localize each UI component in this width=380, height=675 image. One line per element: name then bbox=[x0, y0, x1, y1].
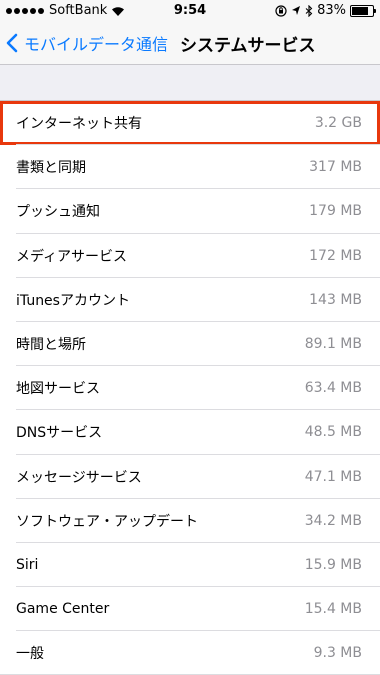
bluetooth-icon bbox=[305, 4, 313, 17]
list-item[interactable]: プッシュ通知 179 MB bbox=[0, 189, 380, 234]
list-item[interactable]: 地図サービス 63.4 MB bbox=[0, 366, 380, 411]
service-usage: 89.1 MB bbox=[304, 336, 362, 353]
service-name: メッセージサービス bbox=[16, 469, 142, 486]
service-name: Game Center bbox=[16, 601, 110, 618]
battery-fill bbox=[352, 6, 368, 15]
orientation-lock-icon bbox=[275, 4, 287, 17]
service-name: インターネット共有 bbox=[16, 116, 142, 133]
list-item[interactable]: 一般 9.3 MB bbox=[0, 631, 380, 675]
status-right: 83% bbox=[275, 3, 376, 18]
list-item[interactable]: DNSサービス 48.5 MB bbox=[0, 410, 380, 455]
list-item[interactable]: ソフトウェア・アップデート 34.2 MB bbox=[0, 499, 380, 544]
service-name: メディアサービス bbox=[16, 248, 128, 265]
status-bar: SoftBank 9:54 83% bbox=[0, 0, 380, 22]
service-name: Siri bbox=[16, 556, 39, 573]
service-name: iTunesアカウント bbox=[16, 292, 130, 309]
battery-percent: 83% bbox=[317, 3, 346, 18]
list-item[interactable]: iTunesアカウント 143 MB bbox=[0, 278, 380, 323]
service-usage: 143 MB bbox=[309, 291, 362, 308]
navigation-bar: モバイルデータ通信 システムサービス bbox=[0, 22, 380, 65]
list-item[interactable]: Siri 15.9 MB bbox=[0, 543, 380, 588]
location-icon bbox=[292, 5, 301, 15]
service-name: ソフトウェア・アップデート bbox=[16, 513, 198, 530]
list-item[interactable]: 時間と場所 89.1 MB bbox=[0, 322, 380, 367]
service-usage: 9.3 MB bbox=[313, 645, 362, 662]
system-services-list: インターネット共有 3.2 GB 書類と同期 317 MB プッシュ通知 179 MB メデ… bbox=[0, 100, 380, 675]
service-usage: 179 MB bbox=[309, 203, 362, 220]
service-name: 書類と同期 bbox=[16, 160, 86, 177]
list-item[interactable]: Game Center 15.4 MB bbox=[0, 587, 380, 632]
list-item[interactable]: インターネット共有 3.2 GB bbox=[0, 101, 380, 146]
service-name: 時間と場所 bbox=[16, 337, 86, 354]
service-name: DNSサービス bbox=[16, 425, 103, 442]
service-usage: 172 MB bbox=[309, 247, 362, 264]
service-usage: 15.4 MB bbox=[304, 601, 362, 618]
list-item[interactable]: メディアサービス 172 MB bbox=[0, 234, 380, 278]
service-usage: 63.4 MB bbox=[304, 380, 362, 397]
service-name: 地図サービス bbox=[16, 381, 100, 398]
service-usage: 317 MB bbox=[309, 159, 362, 176]
list-item[interactable]: 書類と同期 317 MB bbox=[0, 145, 380, 190]
service-name: プッシュ通知 bbox=[16, 204, 100, 221]
back-button[interactable]: モバイルデータ通信 bbox=[6, 22, 168, 64]
service-usage: 34.2 MB bbox=[304, 512, 362, 529]
service-usage: 3.2 GB bbox=[314, 115, 362, 132]
service-usage: 47.1 MB bbox=[304, 468, 362, 485]
back-button-label: モバイルデータ通信 bbox=[24, 35, 169, 54]
service-usage: 15.9 MB bbox=[304, 556, 362, 573]
service-name: 一般 bbox=[16, 646, 44, 663]
battery-icon bbox=[350, 4, 376, 17]
service-usage: 48.5 MB bbox=[304, 424, 362, 441]
list-item[interactable]: メッセージサービス 47.1 MB bbox=[0, 455, 380, 499]
page-title: システムサービス bbox=[180, 35, 316, 56]
chevron-left-icon bbox=[6, 33, 18, 53]
